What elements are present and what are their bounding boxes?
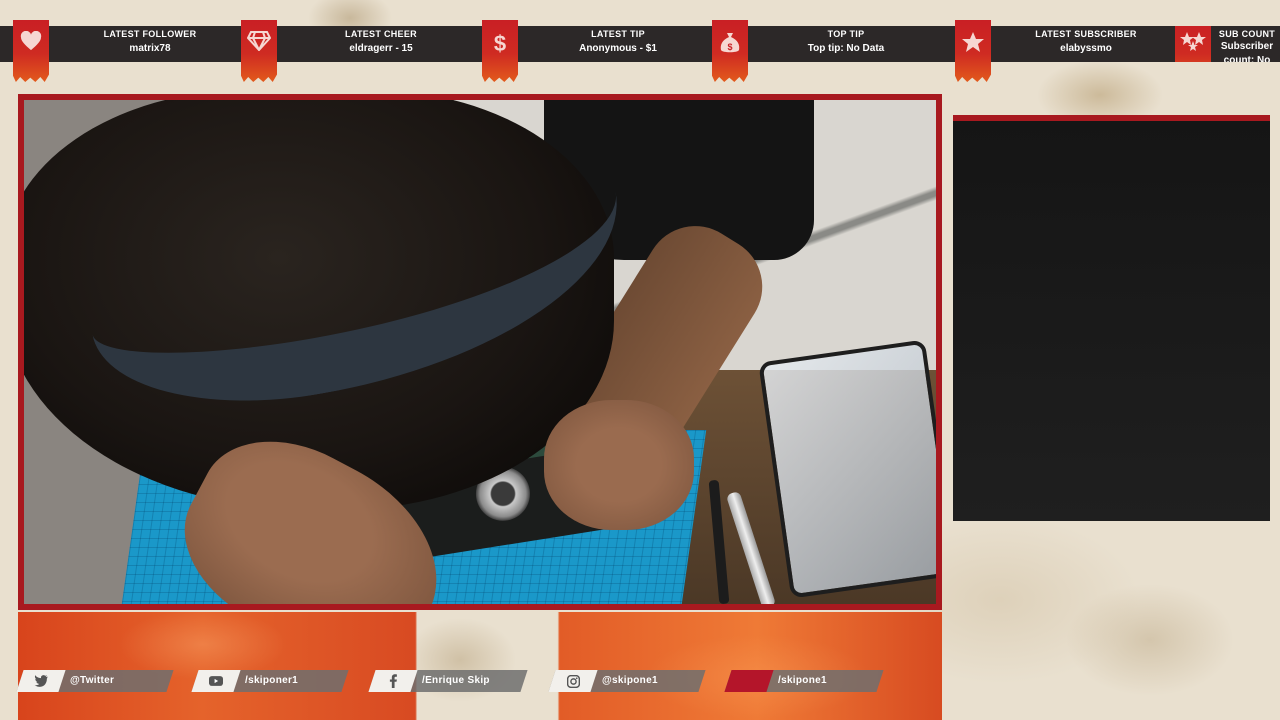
bottom-banner (18, 612, 942, 720)
heart-icon (13, 20, 49, 82)
stat-value: matrix78 (129, 43, 171, 54)
stat-value: Anonymous - $1 (579, 43, 657, 54)
twitch-icon (728, 670, 770, 692)
stat-title: LATEST CHEER (345, 29, 417, 39)
money-bag-icon: $ (712, 20, 748, 82)
dollar-icon: $ (482, 20, 518, 82)
social-label: /Enrique Skip (422, 675, 490, 686)
stars-icon (1175, 26, 1211, 62)
stat-title: LATEST TIP (591, 29, 645, 39)
stat-latest-follower: LATEST FOLLOWER matrix78 (0, 20, 240, 82)
gem-icon (241, 20, 277, 82)
social-twitter[interactable]: @Twitter (16, 670, 174, 692)
social-youtube[interactable]: /skiponer1 (191, 670, 349, 692)
stat-title: SUB COUNT (1218, 29, 1276, 39)
stat-value: Top tip: No Data (807, 43, 885, 54)
stat-title: TOP TIP (827, 29, 865, 39)
social-label: /skipone1 (778, 675, 827, 686)
stat-latest-subscriber: LATEST SUBSCRIBER elabyssmo (954, 20, 1174, 82)
youtube-icon (195, 670, 237, 692)
social-label: /skiponer1 (245, 675, 299, 686)
stat-value: elabyssmo (1060, 43, 1112, 54)
social-twitch[interactable]: /skipone1 (724, 670, 884, 692)
stat-top-tip: $ TOP TIP Top tip: No Data (712, 20, 954, 82)
star-icon (955, 20, 991, 82)
side-panel (953, 115, 1270, 521)
social-instagram[interactable]: @skipone1 (548, 670, 706, 692)
stat-latest-tip: $ LATEST TIP Anonymous - $1 (482, 20, 712, 82)
svg-text:$: $ (727, 42, 732, 52)
webcam-feed (24, 100, 936, 604)
instagram-icon (552, 670, 594, 692)
webcam-frame (18, 94, 942, 610)
facebook-icon (372, 670, 414, 692)
stat-value: Subscriber count: No (1220, 41, 1274, 62)
stat-sub-count: SUB COUNT Subscriber count: No (1174, 26, 1280, 62)
stat-latest-cheer: LATEST CHEER eldragerr - 15 (240, 20, 482, 82)
stats-bar: LATEST FOLLOWER matrix78 LATEST CHEER el… (0, 20, 1280, 82)
stat-value: eldragerr - 15 (349, 43, 413, 54)
social-label: @skipone1 (602, 675, 658, 686)
stat-title: LATEST SUBSCRIBER (1035, 29, 1137, 39)
right-hand (544, 400, 694, 530)
social-facebook[interactable]: /Enrique Skip (368, 670, 528, 692)
twitter-icon (20, 670, 62, 692)
stat-title: LATEST FOLLOWER (103, 29, 197, 39)
social-label: @Twitter (70, 675, 115, 686)
svg-text:$: $ (494, 31, 506, 55)
